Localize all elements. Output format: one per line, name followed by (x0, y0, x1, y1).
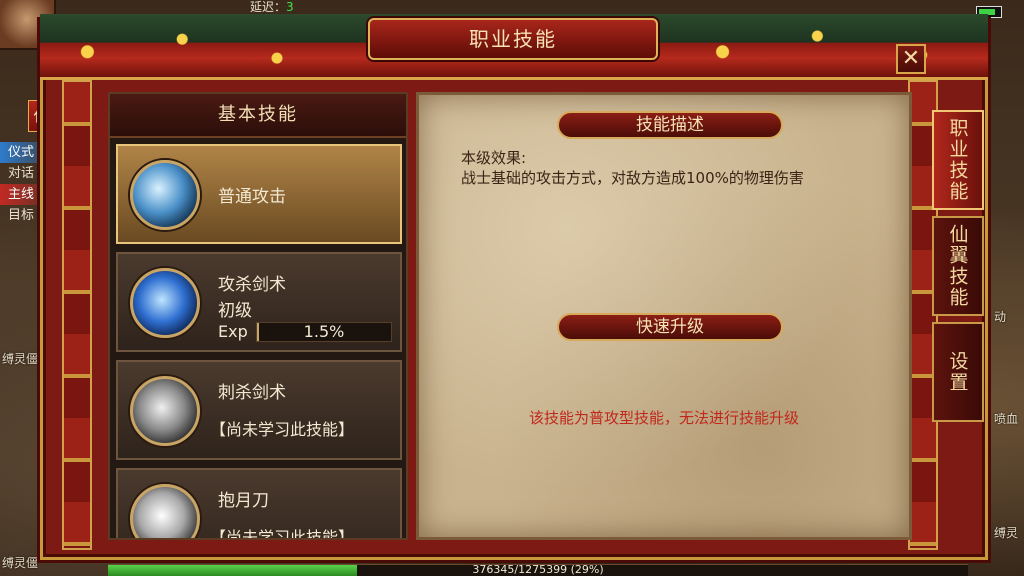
close-icon[interactable]: ✕ (896, 44, 926, 74)
monster-label: 缚灵 (994, 526, 1019, 540)
thrust-sword-icon (130, 376, 200, 446)
section-title-description: 技能描述 (557, 111, 783, 139)
skill-item-crescent-blade[interactable]: 抱月刀 【尚未学习此技能】 (116, 468, 402, 540)
skill-item-attack-sword[interactable]: 攻杀剑术 初级 Exp 1.5% (116, 252, 402, 352)
tab-class-skills[interactable]: 职业技能 (932, 110, 984, 210)
latency-label: 延迟： (250, 0, 287, 14)
skill-name: 普通攻击 (218, 187, 286, 207)
player-exp-text: 376345/1275399 (29%) (472, 563, 604, 576)
monster-label: 喷血 (994, 412, 1019, 426)
skill-not-learned-note: 【尚未学习此技能】 (210, 420, 355, 439)
latency-indicator: 延迟：3 (250, 0, 294, 14)
skill-not-learned-note: 【尚未学习此技能】 (210, 528, 355, 540)
tab-wing-skills[interactable]: 仙翼技能 (932, 216, 984, 316)
skill-exp-value: 1.5% (303, 322, 345, 341)
skill-list-header: 基本技能 (110, 94, 406, 138)
skill-description-panel: 技能描述 本级效果: 战士基础的攻击方式，对敌方造成100%的物理伤害 快速升级… (416, 92, 912, 540)
skill-item-basic-attack[interactable]: 普通攻击 (116, 144, 402, 244)
skill-name: 抱月刀 (218, 491, 269, 511)
section-title-upgrade: 快速升级 (557, 313, 783, 341)
skill-level: 初级 (218, 301, 252, 321)
crescent-blade-icon (130, 484, 200, 538)
effect-text: 战士基础的攻击方式，对敌方造成100%的物理伤害 (461, 169, 804, 187)
lantern-pillar-left (62, 80, 92, 550)
blue-sword-icon (130, 268, 200, 338)
skill-item-thrust-sword[interactable]: 刺杀剑术 【尚未学习此技能】 (116, 360, 402, 460)
skill-list-panel: 基本技能 普通攻击 攻杀剑术 初级 Exp 1.5% 刺杀剑术 【尚未学习此技能… (108, 92, 408, 540)
effect-label: 本级效果: (461, 149, 527, 167)
skill-exp-bar: 1.5% (256, 322, 392, 342)
skill-name: 刺杀剑术 (218, 383, 286, 403)
monster-label: 动 (994, 310, 1007, 324)
latency-value: 3 (286, 0, 294, 14)
sword-slash-icon (130, 160, 200, 230)
player-exp-bar: 376345/1275399 (29%) (108, 563, 968, 576)
upgrade-unavailable-message: 该技能为普攻型技能，无法进行技能升级 (528, 409, 799, 427)
skill-name: 攻杀剑术 (218, 275, 286, 295)
monster-label: 缚灵僵 (2, 556, 39, 570)
window-title: 职业技能 (368, 18, 658, 60)
exp-label: Exp (218, 322, 248, 341)
tab-settings[interactable]: 设置 (932, 322, 984, 422)
